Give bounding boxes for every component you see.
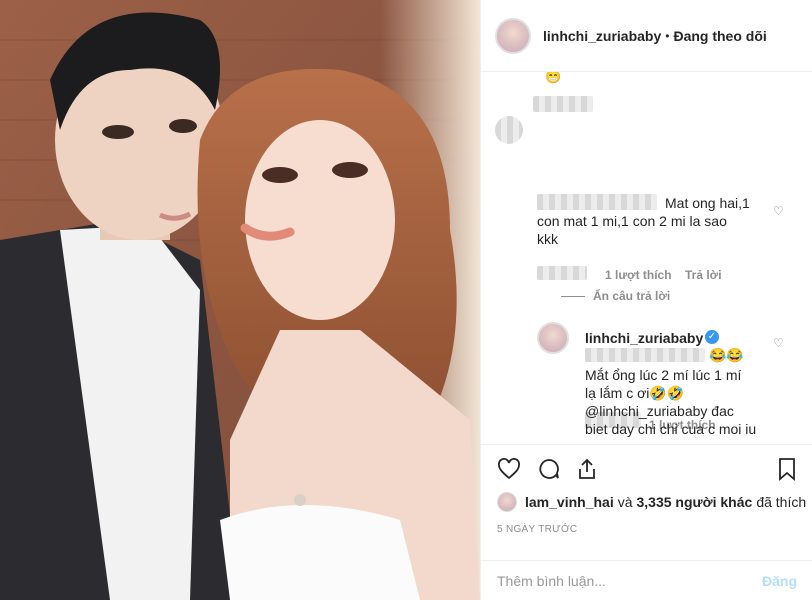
reply-avatar[interactable] xyxy=(537,322,569,354)
reply-text: @linhchi_zuriababy đac xyxy=(585,403,734,419)
heart-icon[interactable] xyxy=(495,455,523,483)
comment-text: con mat 1 mi,1 con 2 mi la sao xyxy=(537,213,727,229)
reply-text: biet day chi chi cua c moi iu xyxy=(585,421,757,437)
post-photo[interactable] xyxy=(0,0,480,600)
reply-text: Mắt ổng lúc 2 mí lúc 1 mí xyxy=(585,367,742,383)
liker-username[interactable]: lam_vinh_hai xyxy=(525,494,614,510)
comment-emoji: 😁 xyxy=(545,72,562,84)
likes-others[interactable]: 3,335 người khác xyxy=(637,494,753,510)
author-username[interactable]: linhchi_zuriababy xyxy=(543,28,661,44)
commenter-avatar-blurred[interactable] xyxy=(495,116,523,144)
comment-likes[interactable]: 1 lượt thích xyxy=(605,268,672,282)
following-button[interactable]: Đang theo dõi xyxy=(673,28,766,44)
blurred-text xyxy=(537,266,587,280)
reply-like-icon[interactable]: ♡ xyxy=(773,336,784,350)
share-icon[interactable] xyxy=(573,455,601,483)
post-sidebar: linhchi_zuriababy • Đang theo dõi 😁 Mat … xyxy=(480,0,812,600)
reply-button[interactable]: Trả lời xyxy=(685,268,722,282)
reply-emoji: 😂😂 xyxy=(709,347,744,363)
likes-and: và xyxy=(617,494,633,510)
likes-suffix: đã thích xyxy=(756,494,807,510)
reply-line xyxy=(561,296,585,297)
reply-text: lạ lắm c ơi🤣🤣 xyxy=(585,385,685,401)
reply-username[interactable]: linhchi_zuriababy xyxy=(585,330,703,346)
bookmark-icon[interactable] xyxy=(773,455,801,483)
action-bar xyxy=(481,444,812,493)
hide-replies-button[interactable]: Ẩn câu trả lời xyxy=(593,289,670,303)
comment-text: Mat ong hai,1 xyxy=(665,195,750,211)
post-comment-button[interactable]: Đăng xyxy=(762,573,797,589)
commenter-username-blurred[interactable] xyxy=(537,194,657,210)
couple-photo-illustration xyxy=(0,0,480,600)
comments-list[interactable]: 😁 Mat ong hai,1 con mat 1 mi,1 con 2 mi … xyxy=(481,72,812,444)
add-comment-input[interactable]: Thêm bình luận... xyxy=(497,573,606,589)
verified-badge-icon: ✓ xyxy=(705,330,719,344)
blurred-text xyxy=(533,96,593,112)
likes-summary: lam_vinh_hai và 3,335 người khác đã thíc… xyxy=(497,492,806,512)
comment-like-icon[interactable]: ♡ xyxy=(773,204,784,218)
blurred-text xyxy=(585,348,705,362)
comment-text: kkk xyxy=(537,231,558,247)
header-separator: • xyxy=(665,28,670,43)
comment-icon[interactable] xyxy=(535,455,563,483)
author-avatar[interactable] xyxy=(495,17,531,54)
post-header: linhchi_zuriababy • Đang theo dõi xyxy=(481,0,812,72)
liker-avatar[interactable] xyxy=(497,492,517,512)
post-timestamp[interactable]: 5 NGÀY TRƯỚC xyxy=(497,524,577,535)
add-comment-bar: Thêm bình luận... Đăng xyxy=(481,560,812,600)
